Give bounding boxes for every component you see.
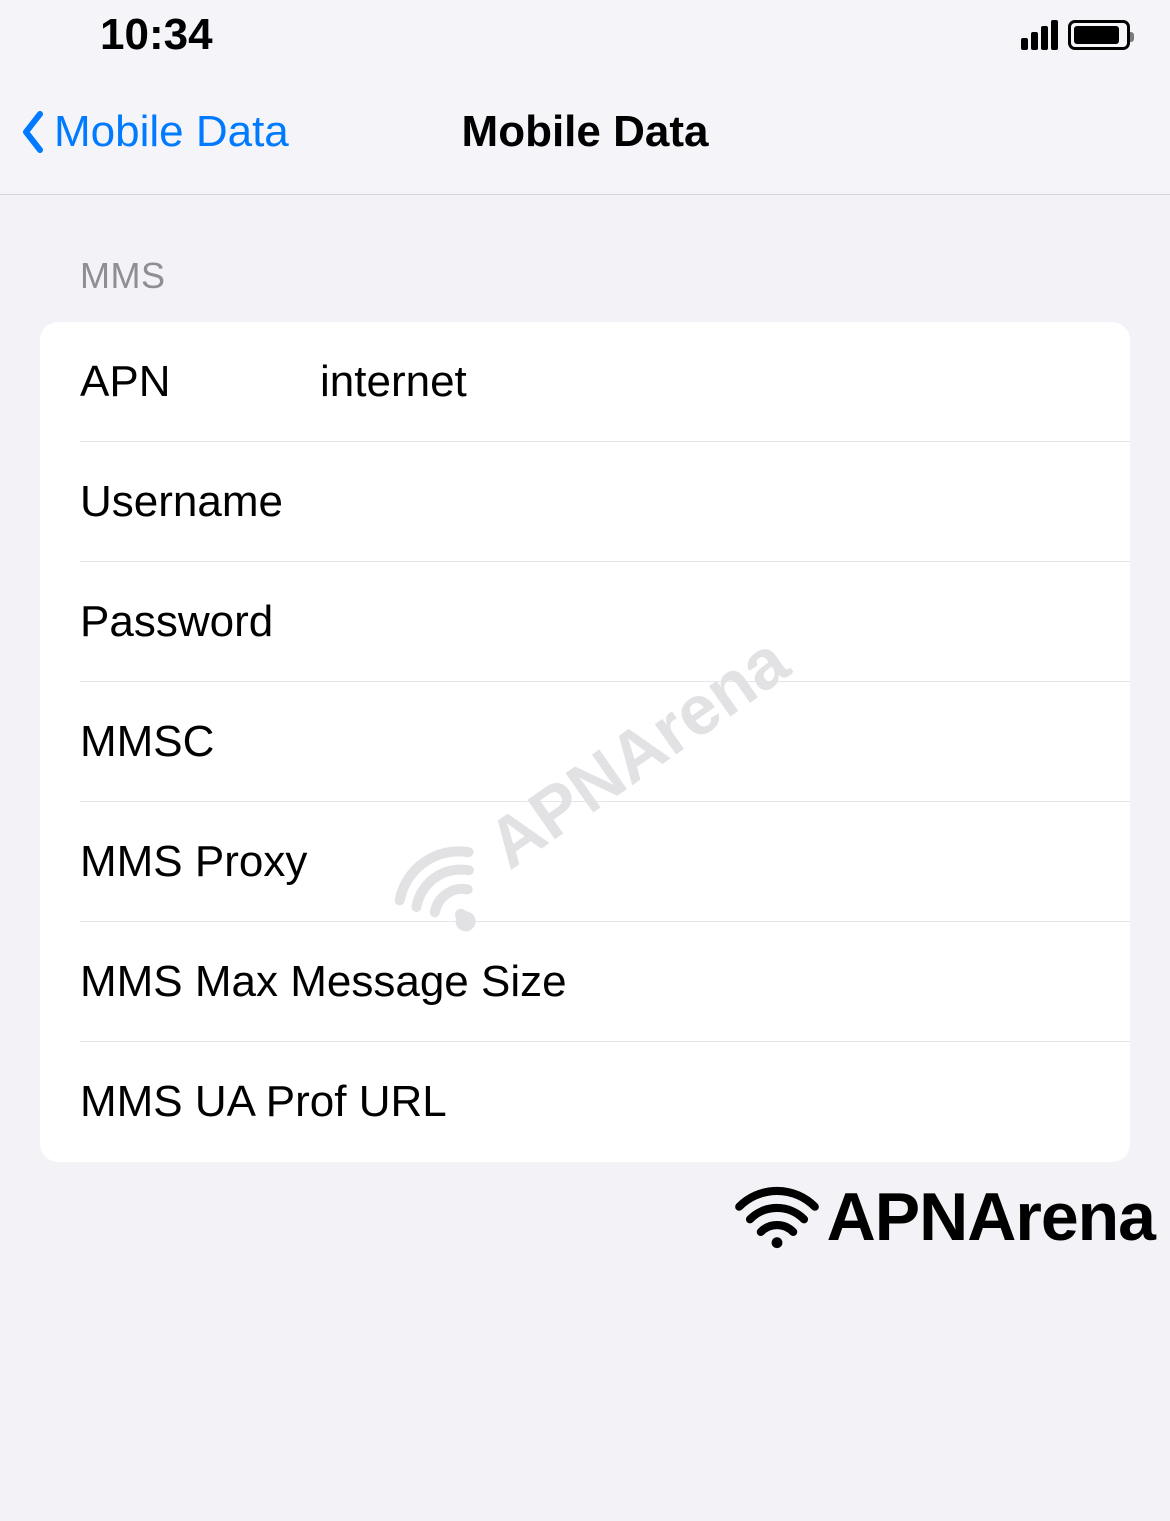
input-mms-max-message-size[interactable] [567,957,1130,1007]
input-mmsc[interactable] [320,717,1130,767]
input-password[interactable] [320,597,1130,647]
input-mms-proxy[interactable] [307,837,1130,887]
footer-logo: APNArena [732,1178,1155,1256]
footer-logo-text: APNArena [827,1178,1155,1256]
wifi-icon [732,1180,822,1255]
chevron-back-icon [20,110,44,154]
row-mms-ua-prof-url[interactable]: MMS UA Prof URL [40,1042,1130,1162]
label-mmsc: MMSC [80,717,320,767]
battery-icon [1068,20,1130,50]
label-mms-proxy: MMS Proxy [80,837,307,887]
row-mms-proxy[interactable]: MMS Proxy [40,802,1130,922]
cellular-signal-icon [1021,20,1058,50]
label-mms-max-message-size: MMS Max Message Size [80,957,567,1007]
input-mms-ua-prof-url[interactable] [447,1077,1130,1127]
input-apn[interactable] [320,357,1130,407]
label-password: Password [80,597,320,647]
label-username: Username [80,477,320,527]
row-password[interactable]: Password [40,562,1130,682]
back-label: Mobile Data [54,107,289,157]
row-username[interactable]: Username [40,442,1130,562]
label-apn: APN [80,357,320,407]
section-header-mms: MMS [40,255,1130,322]
navigation-bar: Mobile Data Mobile Data [0,70,1170,195]
settings-group-mms: APN Username Password MMSC MMS Proxy MMS… [40,322,1130,1162]
input-username[interactable] [320,477,1130,527]
label-mms-ua-prof-url: MMS UA Prof URL [80,1077,447,1127]
status-bar: 10:34 [0,0,1170,70]
row-apn[interactable]: APN [40,322,1130,442]
back-button[interactable]: Mobile Data [20,107,289,157]
status-time: 10:34 [100,10,213,60]
page-title: Mobile Data [462,107,709,157]
status-indicators [1021,20,1130,50]
row-mmsc[interactable]: MMSC [40,682,1130,802]
row-mms-max-message-size[interactable]: MMS Max Message Size [40,922,1130,1042]
